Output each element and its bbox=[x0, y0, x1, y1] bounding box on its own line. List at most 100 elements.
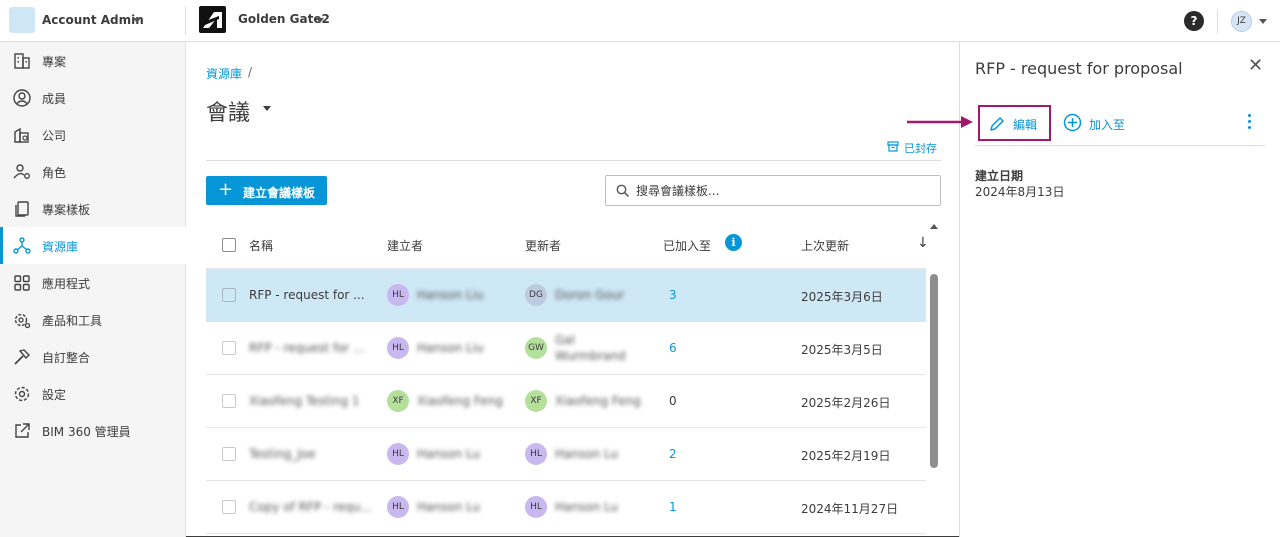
row-updater: Xiaofeng Feng bbox=[555, 394, 641, 408]
library-icon bbox=[13, 237, 31, 254]
sidebar-item-bim360-admin[interactable]: BIM 360 管理員 bbox=[0, 412, 186, 449]
table-row[interactable]: Copy of RFP - requ... HL Hanson Lu HL Ha… bbox=[206, 481, 926, 534]
row-creator: Hanson Liu bbox=[417, 341, 484, 355]
row-name[interactable]: RFP - request for ... bbox=[249, 288, 365, 302]
info-icon[interactable]: i bbox=[725, 234, 742, 251]
create-button-label: 建立會議樣板 bbox=[243, 186, 316, 200]
row-creator: Hanson Lu bbox=[417, 500, 481, 514]
row-added-to-count[interactable]: 6 bbox=[669, 341, 677, 355]
avatar: XF bbox=[525, 390, 547, 412]
sidebar-item-apps[interactable]: 應用程式 bbox=[0, 264, 186, 301]
row-last-updated: 2025年2月26日 bbox=[801, 396, 891, 410]
table-row[interactable]: Testing_Joe HL Hanson Lu HL Hanson Lu 2 … bbox=[206, 428, 926, 481]
column-header-updater[interactable]: 更新者 bbox=[525, 237, 561, 254]
column-header-name[interactable]: 名稱 bbox=[249, 237, 273, 254]
row-checkbox[interactable] bbox=[222, 288, 236, 302]
sidebar-item-library[interactable]: 資源庫 bbox=[0, 227, 186, 264]
column-header-last-updated[interactable]: 上次更新 bbox=[801, 237, 849, 254]
autodesk-logo-icon[interactable] bbox=[199, 6, 226, 33]
user-menu-caret-icon[interactable] bbox=[1259, 19, 1267, 24]
sidebar-item-project-templates[interactable]: 專案樣板 bbox=[0, 190, 186, 227]
user-avatar[interactable]: JZ bbox=[1231, 11, 1252, 32]
row-added-to-count[interactable]: 2 bbox=[669, 447, 677, 461]
create-meeting-template-button[interactable]: + 建立會議樣板 bbox=[206, 176, 327, 205]
table-row[interactable]: Xiaofeng Testing 1 XF Xiaofeng Feng XF X… bbox=[206, 375, 926, 428]
sidebar-item-settings[interactable]: 設定 bbox=[0, 375, 186, 412]
scrollbar-thumb[interactable] bbox=[930, 274, 938, 468]
sidebar-item-roles[interactable]: 角色 bbox=[0, 153, 186, 190]
row-name[interactable]: Xiaofeng Testing 1 bbox=[249, 394, 360, 408]
avatar: GW bbox=[525, 337, 547, 359]
search-icon bbox=[616, 184, 630, 198]
row-updater: Hanson Lu bbox=[555, 447, 619, 461]
sort-descending-icon[interactable]: ↓ bbox=[917, 235, 929, 251]
row-updater: Doron Gour bbox=[555, 288, 625, 302]
table-row[interactable]: RFP - request for ... HL Hanson Liu DG D… bbox=[206, 269, 926, 322]
row-checkbox[interactable] bbox=[222, 447, 236, 461]
page-title[interactable]: 會議 bbox=[206, 95, 250, 127]
scroll-up-icon[interactable] bbox=[930, 224, 938, 229]
select-all-checkbox[interactable] bbox=[222, 238, 236, 252]
row-added-to-count: 0 bbox=[669, 394, 677, 408]
user-circle-icon bbox=[13, 89, 31, 107]
building-icon bbox=[14, 53, 30, 69]
main-content: 資源庫 / 會議 已封存 + 建立會議樣板 名稱 建立者 更新者 已加入至 i … bbox=[187, 42, 959, 537]
row-checkbox[interactable] bbox=[222, 341, 236, 355]
external-link-icon bbox=[15, 423, 30, 438]
divider bbox=[975, 145, 1265, 146]
edit-button-label: 編輯 bbox=[1013, 118, 1038, 132]
title-dropdown-caret-icon[interactable] bbox=[263, 106, 271, 111]
sidebar-item-projects[interactable]: 專案 bbox=[0, 42, 186, 79]
topbar-divider bbox=[1217, 9, 1218, 33]
row-added-to-count[interactable]: 3 bbox=[669, 288, 677, 302]
account-logo[interactable] bbox=[9, 7, 35, 33]
panel-title: RFP - request for proposal bbox=[975, 59, 1183, 78]
account-name[interactable]: Account Admin bbox=[42, 13, 144, 27]
sidebar-item-members[interactable]: 成員 bbox=[0, 79, 186, 116]
created-date-label: 建立日期 bbox=[975, 169, 1024, 183]
close-icon[interactable]: ✕ bbox=[1248, 57, 1263, 75]
sidebar-item-products-tools[interactable]: 產品和工具 bbox=[0, 301, 186, 338]
pencil-icon bbox=[990, 117, 1004, 131]
avatar: HL bbox=[387, 337, 409, 359]
breadcrumb-separator: / bbox=[248, 65, 253, 79]
created-date-value: 2024年8月13日 bbox=[975, 185, 1065, 199]
search-input[interactable] bbox=[636, 182, 926, 200]
search-box[interactable] bbox=[605, 175, 941, 206]
row-name[interactable]: Testing_Joe bbox=[249, 447, 315, 461]
table-row[interactable]: RFP - request for ... HL Hanson Liu GW G… bbox=[206, 322, 926, 375]
divider bbox=[206, 160, 941, 161]
help-icon[interactable]: ? bbox=[1184, 11, 1204, 31]
column-header-added-to[interactable]: 已加入至 bbox=[663, 237, 711, 254]
sidebar-item-label: 專案樣板 bbox=[42, 203, 91, 217]
apps-grid-icon bbox=[14, 275, 30, 291]
edit-button[interactable]: 編輯 bbox=[978, 105, 1051, 141]
sidebar-item-label: 專案 bbox=[42, 55, 67, 69]
sidebar-item-companies[interactable]: 公司 bbox=[0, 116, 186, 153]
project-dropdown-caret-icon[interactable] bbox=[316, 18, 324, 23]
plus-icon: + bbox=[218, 179, 234, 200]
row-updater: Gal Wurmbrand bbox=[555, 333, 626, 363]
row-name[interactable]: Copy of RFP - requ... bbox=[249, 500, 372, 514]
row-checkbox[interactable] bbox=[222, 500, 236, 514]
row-last-updated: 2025年2月19日 bbox=[801, 449, 891, 463]
row-added-to-count[interactable]: 1 bbox=[669, 500, 677, 514]
row-name[interactable]: RFP - request for ... bbox=[249, 341, 365, 355]
row-creator: Hanson Lu bbox=[417, 447, 481, 461]
sidebar-item-label: 角色 bbox=[42, 166, 67, 180]
account-dropdown-caret-icon[interactable] bbox=[133, 18, 141, 23]
template-icon bbox=[15, 201, 29, 217]
row-checkbox[interactable] bbox=[222, 394, 236, 408]
hammer-icon bbox=[14, 349, 30, 365]
breadcrumb-library[interactable]: 資源庫 bbox=[206, 65, 242, 82]
column-header-creator[interactable]: 建立者 bbox=[387, 237, 423, 254]
table-scrollbar[interactable] bbox=[930, 224, 938, 537]
avatar: XF bbox=[387, 390, 409, 412]
sidebar-item-label: 設定 bbox=[42, 388, 67, 402]
sidebar: 專案 成員 公司 角色 專案樣板 資源庫 應用程式 產品和工具 自訂整合 設定 … bbox=[0, 42, 186, 537]
row-creator: Xiaofeng Feng bbox=[417, 394, 503, 408]
avatar: HL bbox=[387, 443, 409, 465]
annotation-arrow-icon bbox=[907, 116, 973, 128]
sidebar-item-custom-integrations[interactable]: 自訂整合 bbox=[0, 338, 186, 375]
more-options-icon[interactable] bbox=[1248, 114, 1252, 130]
